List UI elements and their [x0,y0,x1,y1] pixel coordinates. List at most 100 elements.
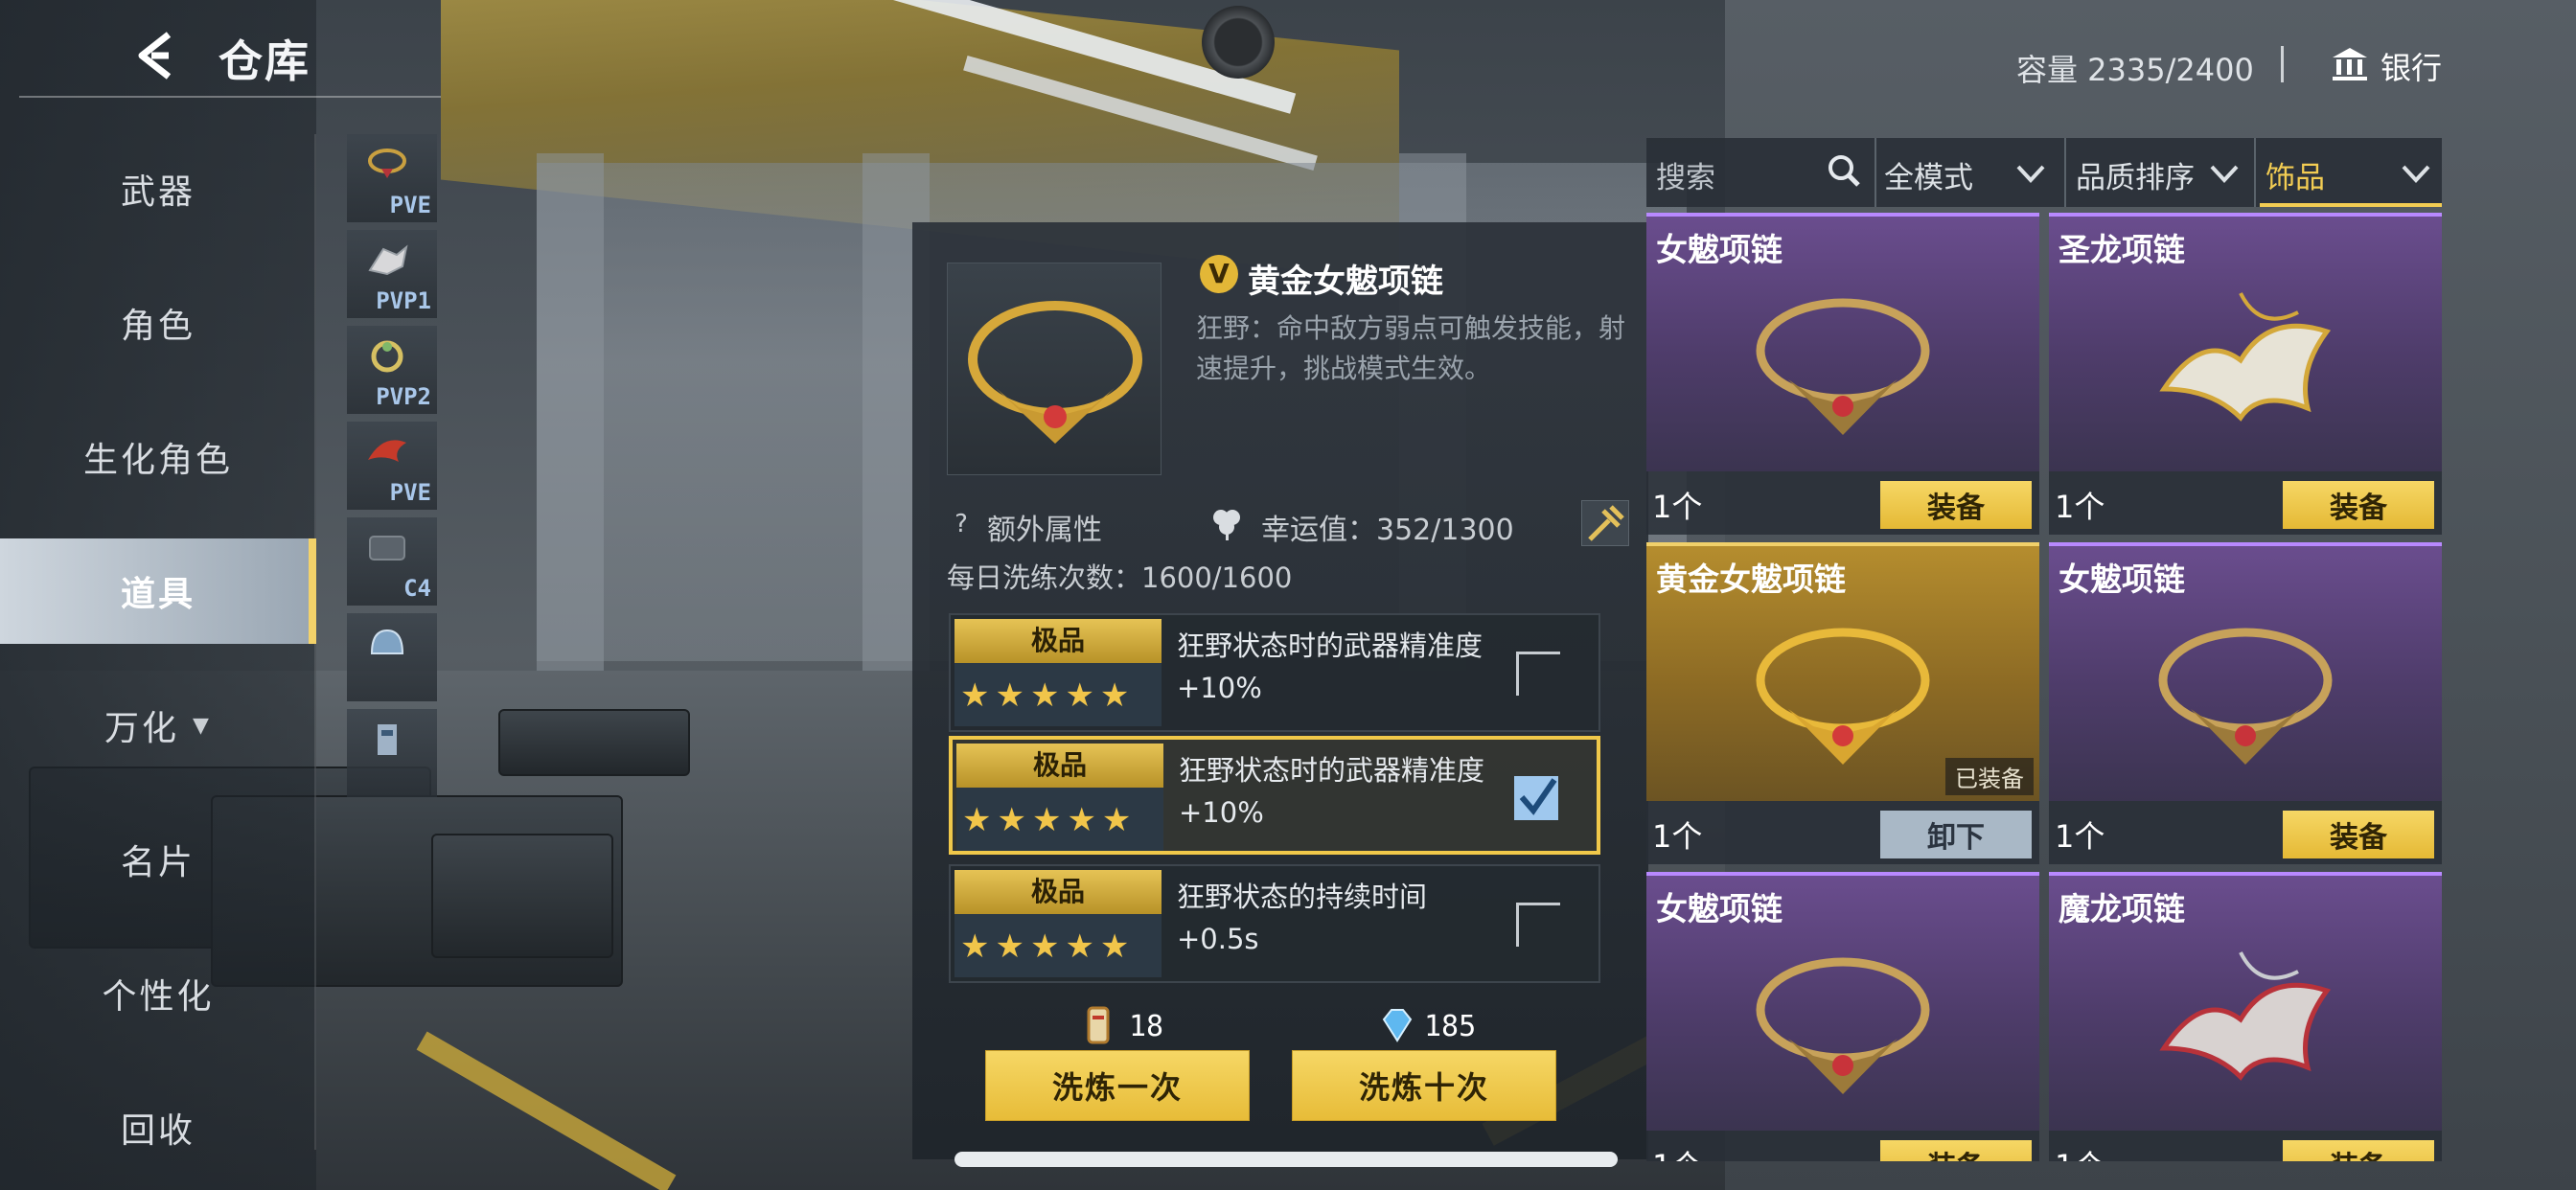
item-card[interactable]: 圣龙项链 1个 装备 [2049,213,2442,538]
mode-filter-dropdown[interactable]: 全模式 [1884,153,1973,196]
option-checkbox[interactable] [1516,652,1560,696]
item-count: 1个 [1652,1142,1702,1161]
robot-icon [378,724,397,755]
card-footer: 1个 装备 [1646,471,2039,535]
scroll-cost: 18 [1129,1010,1164,1043]
sidebar-item-label: 角色 [120,307,196,346]
sidebar-item-label: 回收 [120,1111,196,1151]
sidebar-item-wanhua[interactable]: 万化 ▼ [0,673,316,778]
help-icon[interactable]: ? [947,510,976,538]
star-rating: ★★★★★ [960,676,1136,715]
sidebar-item-label: 生化角色 [82,441,233,480]
gold-necklace-icon [1756,628,1930,765]
sidebar-item-recycle[interactable]: 回收 [0,1075,316,1180]
refine-option-3[interactable]: 极品 ★★★★★ 狂野状态的持续时间+0.5s [949,864,1600,983]
mode-tabs: PVE PVP1 PVP2 PVE C4 [347,134,437,805]
sidebar-item-weapons[interactable]: 武器 [0,136,316,241]
bank-link[interactable]: 银行 [2380,44,2442,88]
card-footer: 1个 装备 [2049,471,2442,535]
item-card-equipped[interactable]: 黄金女魃项链 已装备 1个 卸下 [1646,542,2039,868]
card-footer: 1个 卸下 [1646,801,2039,864]
equip-button[interactable]: 装备 [1880,481,2032,529]
grade-label: 极品 [956,744,1163,788]
item-card[interactable]: 女魃项链 1个 装备 [1646,213,2039,538]
sidebar-item-props[interactable]: 道具 [0,538,316,644]
item-name: 黄金女魃项链 [1248,263,1443,301]
sidebar-item-zombie-characters[interactable]: 生化角色 [0,404,316,510]
sidebar-item-personalize[interactable]: 个性化 [0,941,316,1046]
sort-dropdown[interactable]: 品质排序 [2076,153,2195,196]
mode-tab-c4[interactable]: C4 [347,517,437,606]
chevron-down-icon [2210,165,2239,183]
diamond-icon [1382,1009,1413,1042]
refine-ten-button[interactable]: 洗炼十次 [1292,1050,1556,1121]
clover-icon [1213,510,1240,540]
equip-button[interactable]: 装备 [2283,811,2434,858]
mode-label: C4 [403,575,431,602]
mode-tab-pve[interactable]: PVE [347,134,437,222]
card-footer: 1个 装备 [1646,1131,2039,1161]
necklace-icon [2158,628,2333,765]
filter-separator [2064,138,2066,207]
necklace-icon [1756,298,1930,435]
sidebar-item-label: 道具 [120,575,196,614]
chevron-down-icon [2402,165,2430,183]
sidebar-item-characters[interactable]: 角色 [0,270,316,376]
item-card[interactable]: 女魃项链 1个 装备 [2049,542,2442,868]
vip-badge: V [1200,255,1238,293]
item-card-name: 女魃项链 [1656,890,1782,927]
bank-icon[interactable] [2331,44,2369,82]
refine-option-1[interactable]: 极品 ★★★★★ 狂野状态时的武器精准度+10% [949,613,1600,732]
sidebar-item-label: 万化 [104,709,180,748]
card-body: 魔龙项链 [2049,872,2442,1131]
refine-button[interactable] [1581,500,1629,546]
sidebar-item-cards[interactable]: 名片 [0,807,316,912]
header-divider [19,96,441,98]
daily-refine-count: 每日洗练次数：1600/1600 [947,561,1293,594]
sidebar-item-label: 名片 [120,843,196,882]
mode-tab-robot[interactable] [347,709,437,797]
card-footer: 1个 装备 [2049,1131,2442,1161]
filter-separator [1874,138,1876,207]
unequip-button[interactable]: 卸下 [1880,811,2032,858]
refine-option-2[interactable]: 极品 ★★★★★ 狂野状态时的武器精准度+10% [949,736,1600,855]
sidebar-item-label: 个性化 [102,977,215,1017]
ring-icon [371,340,403,373]
mode-tab-pve-2[interactable]: PVE [347,422,437,510]
attribute-row: ? 额外属性 幸运值：352/1300 [947,500,1629,548]
category-dropdown[interactable]: 饰品 [2266,153,2325,196]
back-arrow-icon[interactable] [130,29,178,82]
star-rating: ★★★★★ [960,927,1136,966]
item-count: 1个 [2055,1142,2104,1161]
mode-tab-pvp2[interactable]: PVP2 [347,326,437,414]
equip-button[interactable]: 装备 [2283,481,2434,529]
refine-once-button[interactable]: 洗炼一次 [985,1050,1250,1121]
mode-tab-pvp1[interactable]: PVP1 [347,230,437,318]
mode-tab-helmet[interactable] [347,613,437,701]
card-image [1733,933,1953,1115]
item-card[interactable]: 魔龙项链 1个 装备 [2049,872,2442,1161]
card-footer: 1个 装备 [2049,801,2442,864]
card-image [2135,604,2356,786]
option-text: 狂野状态时的武器精准度+10% [1179,754,1485,829]
item-card-name: 女魃项链 [1656,231,1782,268]
card-body: 女魃项链 [1646,872,2039,1131]
item-card-name: 黄金女魃项链 [1656,561,1846,598]
option-checkbox-checked[interactable] [1514,776,1558,820]
equip-button[interactable]: 装备 [2283,1140,2434,1161]
gold-dragon-icon [2159,292,2332,422]
search-icon[interactable] [1825,151,1863,190]
filter-bar: 搜索 全模式 品质排序 饰品 [1646,138,2442,207]
luck-value: 幸运值：352/1300 [1261,514,1514,547]
item-card[interactable]: 女魃项链 1个 装备 [1646,872,2039,1161]
item-grid: 女魃项链 1个 装备 圣龙项链 1个 装备 黄金女魃项链 已装备 1个 卸下 女… [1646,213,2442,1161]
card-image [1733,604,1953,786]
red-dragon-icon [2159,951,2332,1081]
caret-down-icon: ▼ [193,713,212,738]
gold-necklace-icon [968,301,1142,444]
equip-button[interactable]: 装备 [1880,1140,2032,1161]
search-input[interactable]: 搜索 [1656,153,1715,196]
option-checkbox[interactable] [1516,903,1560,947]
equipped-tag: 已装备 [1945,758,2034,795]
home-indicator[interactable] [954,1152,1618,1167]
